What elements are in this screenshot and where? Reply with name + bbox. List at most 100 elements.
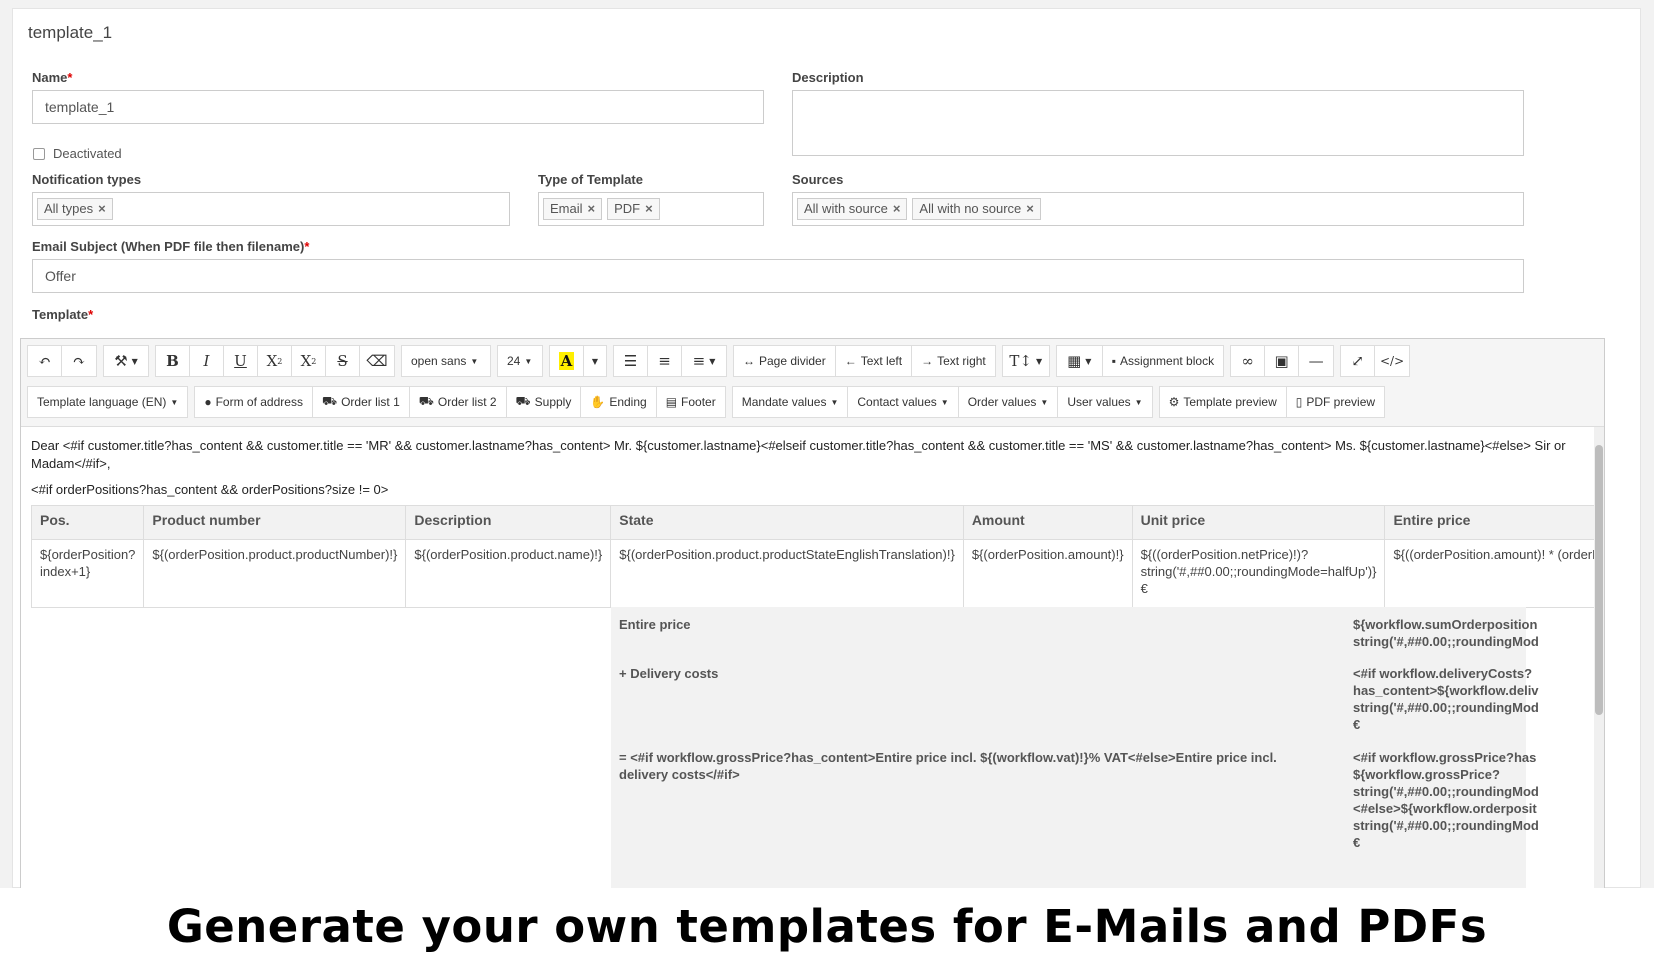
template-editor[interactable]: ↶ ↷ ⚒ ▼ B I U X2 X2 S ⌫ open sans ▼ 24 ▼ A … — [20, 338, 1605, 898]
gross-price-value: <#if workflow.grossPrice?has ${workflow.… — [1353, 750, 1539, 850]
color-dropdown-icon[interactable]: ▼ — [584, 346, 606, 376]
tag-all-with-source[interactable]: All with source × — [797, 198, 908, 220]
footer-button[interactable]: ▤ Footer — [657, 387, 725, 417]
tag-all-with-no-source[interactable]: All with no source × — [912, 198, 1041, 220]
order-values-dropdown[interactable]: Order values ▼ — [959, 387, 1059, 417]
table-icon[interactable]: ▦ ▼ — [1057, 346, 1103, 376]
code-view-icon[interactable]: </> — [1375, 346, 1409, 376]
text-left-button[interactable]: ← Text left — [836, 346, 913, 376]
cogs-icon: ⚙ — [1168, 395, 1180, 409]
scrollbar-thumb[interactable] — [1595, 445, 1603, 715]
editor-scrollbar[interactable] — [1594, 427, 1604, 897]
table-header: Description — [405, 505, 612, 540]
order-list-1-button[interactable]: ⛟ Order list 1 — [313, 387, 410, 417]
image-icon[interactable]: ▣ — [1265, 346, 1300, 376]
text-height-icon[interactable]: T↕ ▼ — [1003, 346, 1049, 376]
strikethrough-icon[interactable]: S — [326, 346, 360, 376]
file-pdf-icon: ▯ — [1295, 395, 1303, 409]
text-right-button[interactable]: → Text right — [912, 346, 995, 376]
cart-icon: ⛟ — [321, 394, 338, 408]
contact-values-dropdown[interactable]: Contact values ▼ — [848, 387, 959, 417]
page-divider-button[interactable]: ↔ Page divider — [734, 346, 836, 376]
table-cell: ${((orderPosition.amount)! * (orderPosit… — [1384, 539, 1596, 608]
name-field[interactable]: template_1 — [32, 90, 764, 124]
panel-title: template_1 — [28, 23, 113, 42]
type-of-template-select[interactable]: Email × PDF × — [538, 192, 764, 226]
italic-icon[interactable]: I — [190, 346, 224, 376]
email-subject-label: Email Subject (When PDF file then filena… — [32, 239, 310, 254]
notification-types-select[interactable]: All types × — [32, 192, 510, 226]
undo-icon[interactable]: ↶ — [28, 346, 62, 376]
eraser-icon[interactable]: ⌫ — [360, 346, 394, 376]
name-label: Name* — [32, 70, 73, 85]
user-icon: ● — [204, 395, 212, 409]
assignment-block-button[interactable]: ▪ Assignment block — [1103, 346, 1223, 376]
magic-wand-icon[interactable]: ⚒ ▼ — [104, 346, 148, 376]
pdf-preview-button[interactable]: ▯ PDF preview — [1287, 387, 1384, 417]
deactivated-checkbox[interactable] — [33, 147, 45, 160]
align-icon[interactable]: ≡ ▼ — [682, 346, 726, 376]
highlight-color-icon[interactable]: A — [550, 346, 584, 376]
remove-tag-icon[interactable]: × — [645, 201, 653, 216]
ending-button[interactable]: ✋ Ending — [581, 387, 657, 417]
handshake-icon: ✋ — [590, 395, 606, 409]
template-language-dropdown[interactable]: Template language (EN) ▼ — [28, 387, 187, 417]
tag-all-types[interactable]: All types × — [37, 198, 113, 220]
delivery-costs-label: + Delivery costs — [619, 666, 719, 681]
font-family-select[interactable]: open sans ▼ — [402, 346, 490, 376]
link-icon[interactable]: ∞ — [1231, 346, 1266, 376]
caption-text: Generate your own templates for E-Mails … — [166, 899, 1488, 953]
remove-tag-icon[interactable]: × — [1026, 201, 1034, 216]
superscript-icon[interactable]: X2 — [258, 346, 292, 376]
cart-icon: ⛟ — [418, 394, 434, 408]
order-list-2-button[interactable]: ⛟ Order list 2 — [410, 387, 507, 417]
supply-button[interactable]: ⛟ Supply — [507, 387, 582, 417]
subscript-icon[interactable]: X2 — [292, 346, 326, 376]
mandate-values-dropdown[interactable]: Mandate values ▼ — [733, 387, 849, 417]
table-cell: ${orderPosition?index+1} — [30, 539, 145, 608]
remove-tag-icon[interactable]: × — [893, 201, 901, 216]
editor-content[interactable]: Dear <#if customer.title?has_content && … — [21, 427, 1596, 897]
total-value: ${workflow.sumOrderposition string('#,##… — [1353, 617, 1539, 649]
arrow-left-icon: ← — [844, 354, 857, 368]
user-values-dropdown[interactable]: User values ▼ — [1058, 387, 1151, 417]
editor-toolbar: ↶ ↷ ⚒ ▼ B I U X2 X2 S ⌫ open sans ▼ 24 ▼ A … — [21, 339, 1604, 427]
table-header: Entire price — [1384, 505, 1596, 540]
horizontal-rule-icon[interactable]: — — [1299, 346, 1333, 376]
order-positions-table: Pos. Product number Description State Am… — [30, 505, 1596, 608]
table-header: Product number — [143, 505, 407, 540]
table-cell: ${(orderPosition.product.productNumber)!… — [143, 539, 407, 608]
redo-icon[interactable]: ↷ — [62, 346, 96, 376]
underline-icon[interactable]: U — [224, 346, 258, 376]
font-size-select[interactable]: 24 ▼ — [498, 346, 542, 376]
type-of-template-label: Type of Template — [538, 172, 643, 187]
delivery-costs-value: <#if workflow.deliveryCosts? has_content… — [1353, 666, 1539, 732]
template-label: Template* — [32, 307, 94, 322]
ordered-list-icon[interactable]: ≡ — [648, 346, 682, 376]
fullscreen-icon[interactable]: ⤢ — [1341, 346, 1376, 376]
bold-icon[interactable]: B — [156, 346, 190, 376]
deactivated-checkbox-row[interactable]: Deactivated — [33, 146, 122, 161]
table-header: Pos. — [30, 505, 145, 540]
unordered-list-icon[interactable]: ☰ — [614, 346, 648, 376]
description-field[interactable] — [792, 90, 1524, 156]
template-preview-button[interactable]: ⚙ Template preview — [1160, 387, 1287, 417]
notification-types-label: Notification types — [32, 172, 142, 187]
arrow-right-icon: → — [921, 354, 934, 368]
email-subject-field[interactable]: Offer — [32, 259, 1524, 293]
form-of-address-button[interactable]: ● Form of address — [195, 387, 313, 417]
tag-pdf[interactable]: PDF × — [607, 198, 660, 220]
paste-icon: ▤ — [665, 395, 678, 409]
grid-icon: ▪ — [1111, 354, 1117, 368]
table-header: Amount — [962, 505, 1133, 540]
greeting-text: Dear <#if customer.title?has_content && … — [31, 438, 1566, 471]
table-cell: ${(orderPosition.amount)!} — [962, 539, 1133, 608]
tag-email[interactable]: Email × — [543, 198, 603, 220]
deactivated-label: Deactivated — [53, 146, 122, 161]
sources-select[interactable]: All with source × All with no source × — [792, 192, 1524, 226]
table-cell: ${((orderPosition.netPrice)!)?string('#,… — [1131, 539, 1386, 608]
table-header: Unit price — [1131, 505, 1386, 540]
remove-tag-icon[interactable]: × — [98, 201, 106, 216]
promo-caption: Generate your own templates for E-Mails … — [0, 888, 1654, 964]
remove-tag-icon[interactable]: × — [588, 201, 596, 216]
